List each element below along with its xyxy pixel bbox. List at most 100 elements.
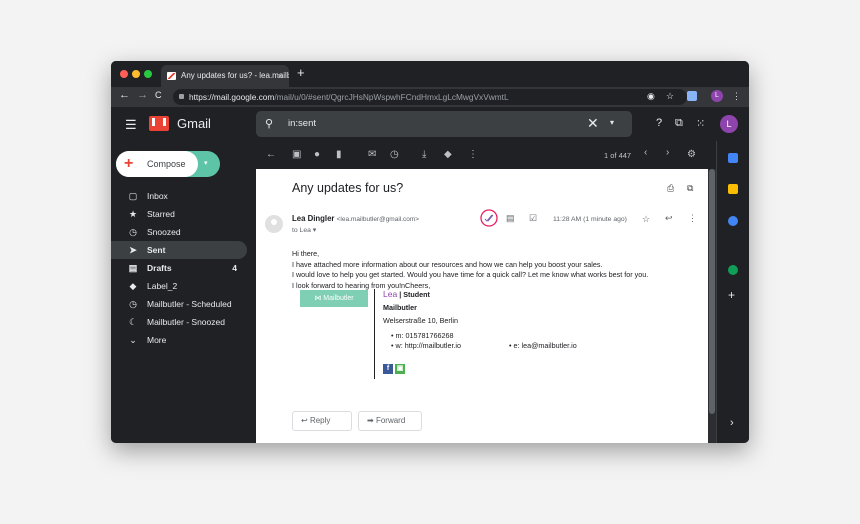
mailbutler-notifications-icon[interactable]: ⧉	[675, 117, 683, 130]
sidebar-item-drafts[interactable]: ▤ Drafts 4	[111, 259, 247, 277]
sidebar-item-label: More	[147, 335, 167, 345]
sidebar-item-starred[interactable]: ★ Starred	[111, 205, 247, 223]
tab-bar: Any updates for us? - lea.mailbutle × +	[111, 61, 749, 87]
sidebar-item-label: Label_2	[147, 281, 178, 291]
message-body: Hi there, I have attached more informati…	[292, 249, 648, 291]
signature-web-row: • w: http://mailbutler.io	[391, 341, 462, 350]
signature-email[interactable]: e: lea@mailbutler.io	[514, 341, 577, 350]
keep-icon[interactable]	[728, 184, 738, 194]
sidebar-item-label: Sent	[147, 245, 166, 255]
labels-icon[interactable]: ◆	[444, 149, 452, 160]
add-addon-icon[interactable]: +	[728, 288, 735, 302]
url-field[interactable]: https://mail.google.com/mail/u/0/#sent/Q…	[173, 89, 687, 105]
new-tab-button[interactable]: +	[297, 65, 305, 80]
browser-tab[interactable]: Any updates for us? - lea.mailbutle ×	[161, 65, 289, 87]
archive-icon[interactable]: ▣	[292, 149, 301, 160]
chevron-down-icon: ⌄	[129, 335, 137, 345]
browser-window: Any updates for us? - lea.mailbutle × + …	[111, 61, 749, 443]
apps-grid-icon[interactable]: ⁙	[696, 117, 705, 130]
forward-button[interactable]: ➡ Forward	[358, 411, 422, 431]
reply-button[interactable]: ↩ Reply	[292, 411, 352, 431]
sidebar-item-label: Inbox	[147, 191, 168, 201]
image-social-icon[interactable]: ▣	[395, 364, 405, 374]
reply-icon[interactable]: ↩	[665, 213, 673, 224]
more-options-icon[interactable]: ⋮	[688, 213, 697, 224]
maximize-window-button[interactable]	[144, 70, 152, 78]
signature-mobile: m: 015781766268	[395, 331, 454, 340]
mark-unread-icon[interactable]: ✉	[368, 149, 376, 160]
settings-icon[interactable]: ⚙	[687, 149, 696, 160]
notes-icon[interactable]: ▤	[506, 213, 515, 224]
gmail-logo-icon[interactable]	[149, 116, 169, 131]
sender-avatar	[265, 215, 283, 233]
open-new-window-icon[interactable]: ⧉	[687, 183, 693, 194]
reload-icon[interactable]: C	[155, 90, 162, 100]
recipient-line[interactable]: to Lea ▾	[292, 226, 316, 234]
search-input[interactable]: in:sent	[288, 118, 316, 129]
signature-company: Mailbutler	[383, 303, 417, 312]
move-to-icon[interactable]: ⤓	[422, 149, 426, 160]
compose-dropdown-icon[interactable]: ▾	[204, 159, 208, 167]
signature-name: Lea	[383, 289, 398, 299]
forward-label: Forward	[375, 416, 406, 425]
scrollbar-thumb[interactable]	[709, 169, 715, 414]
main-menu-icon[interactable]: ☰	[125, 117, 137, 133]
extension-icon[interactable]	[687, 91, 697, 101]
back-to-list-icon[interactable]: ←	[266, 149, 276, 160]
sidebar-item-label-2[interactable]: ◆ Label_2	[111, 277, 247, 295]
expand-panel-icon[interactable]: ›	[730, 417, 734, 429]
facebook-icon[interactable]: f	[383, 364, 393, 374]
gmail-wordmark[interactable]: Gmail	[177, 116, 211, 131]
mailbutler-tracking-icon[interactable]	[480, 209, 498, 227]
older-icon[interactable]: ›	[666, 147, 669, 158]
calendar-icon[interactable]	[728, 153, 738, 163]
search-icon[interactable]: ⚲	[265, 117, 273, 130]
sidebar-item-snoozed[interactable]: ◷ Snoozed	[111, 223, 247, 241]
snooze-icon[interactable]: ◷	[390, 149, 399, 160]
message-time: 11:28 AM (1 minute ago)	[553, 216, 627, 223]
more-actions-icon[interactable]: ⋮	[468, 149, 478, 160]
moon-icon: ☾	[128, 317, 138, 327]
sidebar-item-inbox[interactable]: ▢ Inbox	[111, 187, 247, 205]
url-path: /mail/u/0/#sent/QgrcJHsNpWspwhFCndHmxLgL…	[274, 92, 509, 102]
url-host: https://mail.google.com	[189, 92, 275, 102]
print-icon[interactable]: ⎙	[667, 183, 674, 194]
search-options-icon[interactable]: ▾	[610, 118, 614, 127]
close-window-button[interactable]	[120, 70, 128, 78]
signature: Lea | Student Mailbutler Welserstraße 10…	[374, 289, 594, 379]
account-avatar[interactable]: L	[720, 115, 738, 133]
eye-icon[interactable]: ◉	[647, 91, 655, 102]
help-icon[interactable]: ?	[656, 117, 662, 129]
clear-search-icon[interactable]: ✕	[587, 115, 599, 132]
star-message-icon[interactable]: ☆	[642, 214, 650, 225]
signature-role: Student	[403, 290, 430, 299]
mailbutler-logo-button[interactable]: ⋈ Mailbutler	[300, 290, 368, 307]
sidebar-item-more[interactable]: ⌄ More	[111, 331, 247, 349]
reply-label: Reply	[309, 416, 331, 425]
forward-arrow-icon[interactable]: →	[137, 89, 148, 101]
clock-icon: ◷	[129, 227, 137, 237]
tasks-icon[interactable]: ☑	[529, 213, 537, 224]
browser-menu-icon[interactable]: ⋮	[732, 91, 741, 102]
sidebar-item-mailbutler-snoozed[interactable]: ☾ Mailbutler - Snoozed	[111, 313, 247, 331]
sidebar-item-sent[interactable]: ➤ Sent	[111, 241, 247, 259]
back-arrow-icon[interactable]: ←	[119, 89, 130, 101]
mailbutler-sidebar-icon[interactable]	[728, 265, 738, 275]
signature-separator: |	[399, 290, 402, 299]
mailbutler-m-icon: ⋈	[314, 295, 324, 302]
scrollbar[interactable]	[708, 169, 716, 443]
report-spam-icon[interactable]: ●	[314, 149, 320, 160]
tasks-app-icon[interactable]	[728, 216, 738, 226]
compose-button[interactable]: + Compose ▾	[116, 151, 220, 177]
newer-icon[interactable]: ‹	[644, 147, 647, 158]
signature-web[interactable]: w: http://mailbutler.io	[396, 341, 462, 350]
minimize-window-button[interactable]	[132, 70, 140, 78]
tab-close-icon[interactable]: ×	[278, 65, 283, 87]
sidebar-item-mailbutler-scheduled[interactable]: ◷ Mailbutler - Scheduled	[111, 295, 247, 313]
search-bar[interactable]: ⚲ in:sent ✕ ▾	[256, 111, 632, 137]
delete-icon[interactable]: ▮	[336, 149, 342, 160]
lock-icon	[179, 94, 184, 99]
bookmark-star-icon[interactable]: ☆	[666, 91, 674, 102]
compose-pill: + Compose	[116, 151, 198, 177]
profile-avatar[interactable]: L	[711, 90, 723, 102]
